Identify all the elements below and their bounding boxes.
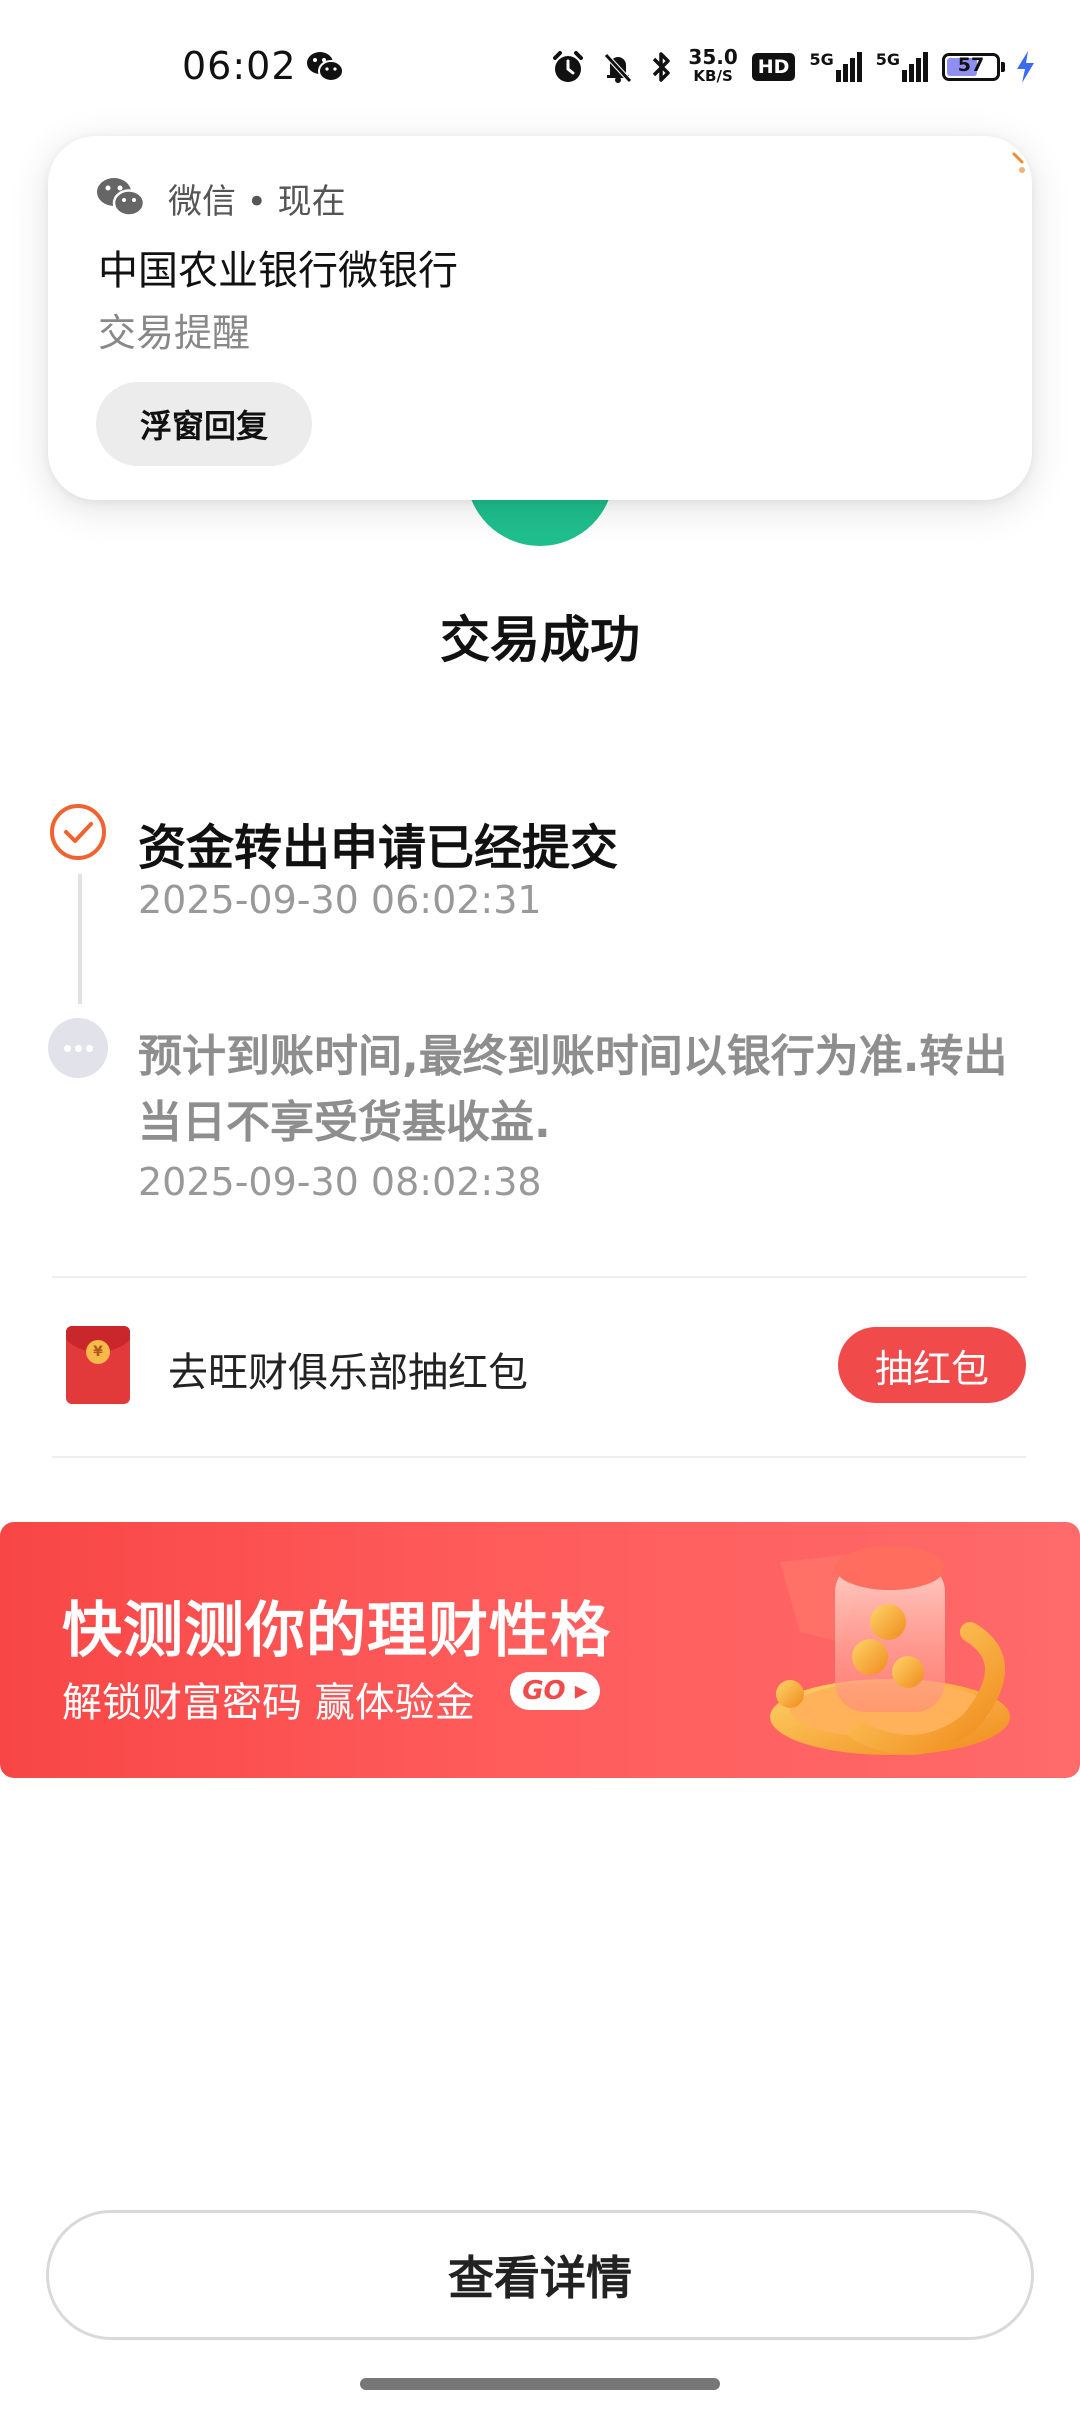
banner-go-button[interactable]: GO ▸ bbox=[510, 1672, 600, 1710]
status-icons: 35.0 KB/S HD 5G 5G 57 bbox=[550, 44, 1036, 90]
coin-jar-illustration bbox=[770, 1546, 1010, 1755]
personality-test-banner[interactable]: 快测测你的理财性格 解锁财富密码 赢体验金 GO ▸ bbox=[0, 1522, 1080, 1778]
timeline-connector bbox=[78, 874, 82, 1004]
banner-go-label: GO bbox=[522, 1676, 566, 1706]
red-packet-label[interactable]: 去旺财俱乐部抽红包 bbox=[168, 1340, 528, 1398]
wechat-icon bbox=[97, 178, 146, 217]
corner-mark-icon bbox=[1012, 152, 1025, 173]
bluetooth-icon bbox=[653, 52, 671, 82]
network-speed: 35.0 KB/S bbox=[688, 45, 738, 86]
signal2-label: 5G bbox=[875, 50, 900, 69]
timeline-step-2-title: 预计到账时间,最终到账时间以银行为准.转出当日不享受货基收益. bbox=[138, 1031, 1008, 1148]
notification-subtitle: 交易提醒 bbox=[98, 311, 251, 355]
battery-icon: 57 bbox=[942, 53, 1005, 81]
notification-title: 中国农业银行微银行 bbox=[98, 248, 458, 294]
check-circle-icon bbox=[50, 804, 106, 860]
timeline-step-1-title: 资金转出申请已经提交 bbox=[138, 820, 619, 876]
battery-level: 57 bbox=[957, 54, 985, 76]
alarm-icon bbox=[553, 51, 584, 82]
signal-icon-2: 5G bbox=[876, 52, 928, 82]
draw-red-packet-button[interactable]: 抽红包 bbox=[838, 1327, 1026, 1403]
more-dots-icon bbox=[48, 1018, 108, 1078]
net-speed-value: 35.0 bbox=[688, 45, 738, 69]
result-title: 交易成功 bbox=[440, 611, 640, 669]
status-time: 06:02 bbox=[182, 44, 297, 88]
mute-icon bbox=[604, 53, 633, 83]
notification-card[interactable]: 微信 • 现在 中国农业银行微银行 交易提醒 浮窗回复 bbox=[48, 136, 1032, 500]
divider bbox=[52, 1456, 1026, 1458]
charging-icon bbox=[1017, 51, 1034, 83]
banner-title: 快测测你的理财性格 bbox=[62, 1596, 611, 1666]
timeline-step-2-time: 2025-09-30 08:02:38 bbox=[138, 1160, 542, 1204]
timeline-step-1-time: 2025-09-30 06:02:31 bbox=[138, 878, 542, 922]
banner-subtitle: 解锁财富密码 赢体验金 bbox=[62, 1680, 475, 1726]
hd-badge: HD bbox=[751, 53, 796, 81]
view-details-button[interactable]: 查看详情 bbox=[46, 2210, 1034, 2340]
notification-app-name: 微信 • 现在 bbox=[168, 182, 346, 222]
divider bbox=[52, 1276, 1026, 1278]
signal1-label: 5G bbox=[809, 50, 834, 69]
home-indicator[interactable] bbox=[360, 2378, 720, 2390]
wechat-icon bbox=[307, 52, 344, 82]
net-speed-unit: KB/S bbox=[693, 67, 733, 85]
signal-icon-1: 5G bbox=[809, 50, 862, 82]
floating-reply-button[interactable]: 浮窗回复 bbox=[96, 382, 312, 466]
red-envelope-icon: ¥ bbox=[66, 1326, 130, 1404]
